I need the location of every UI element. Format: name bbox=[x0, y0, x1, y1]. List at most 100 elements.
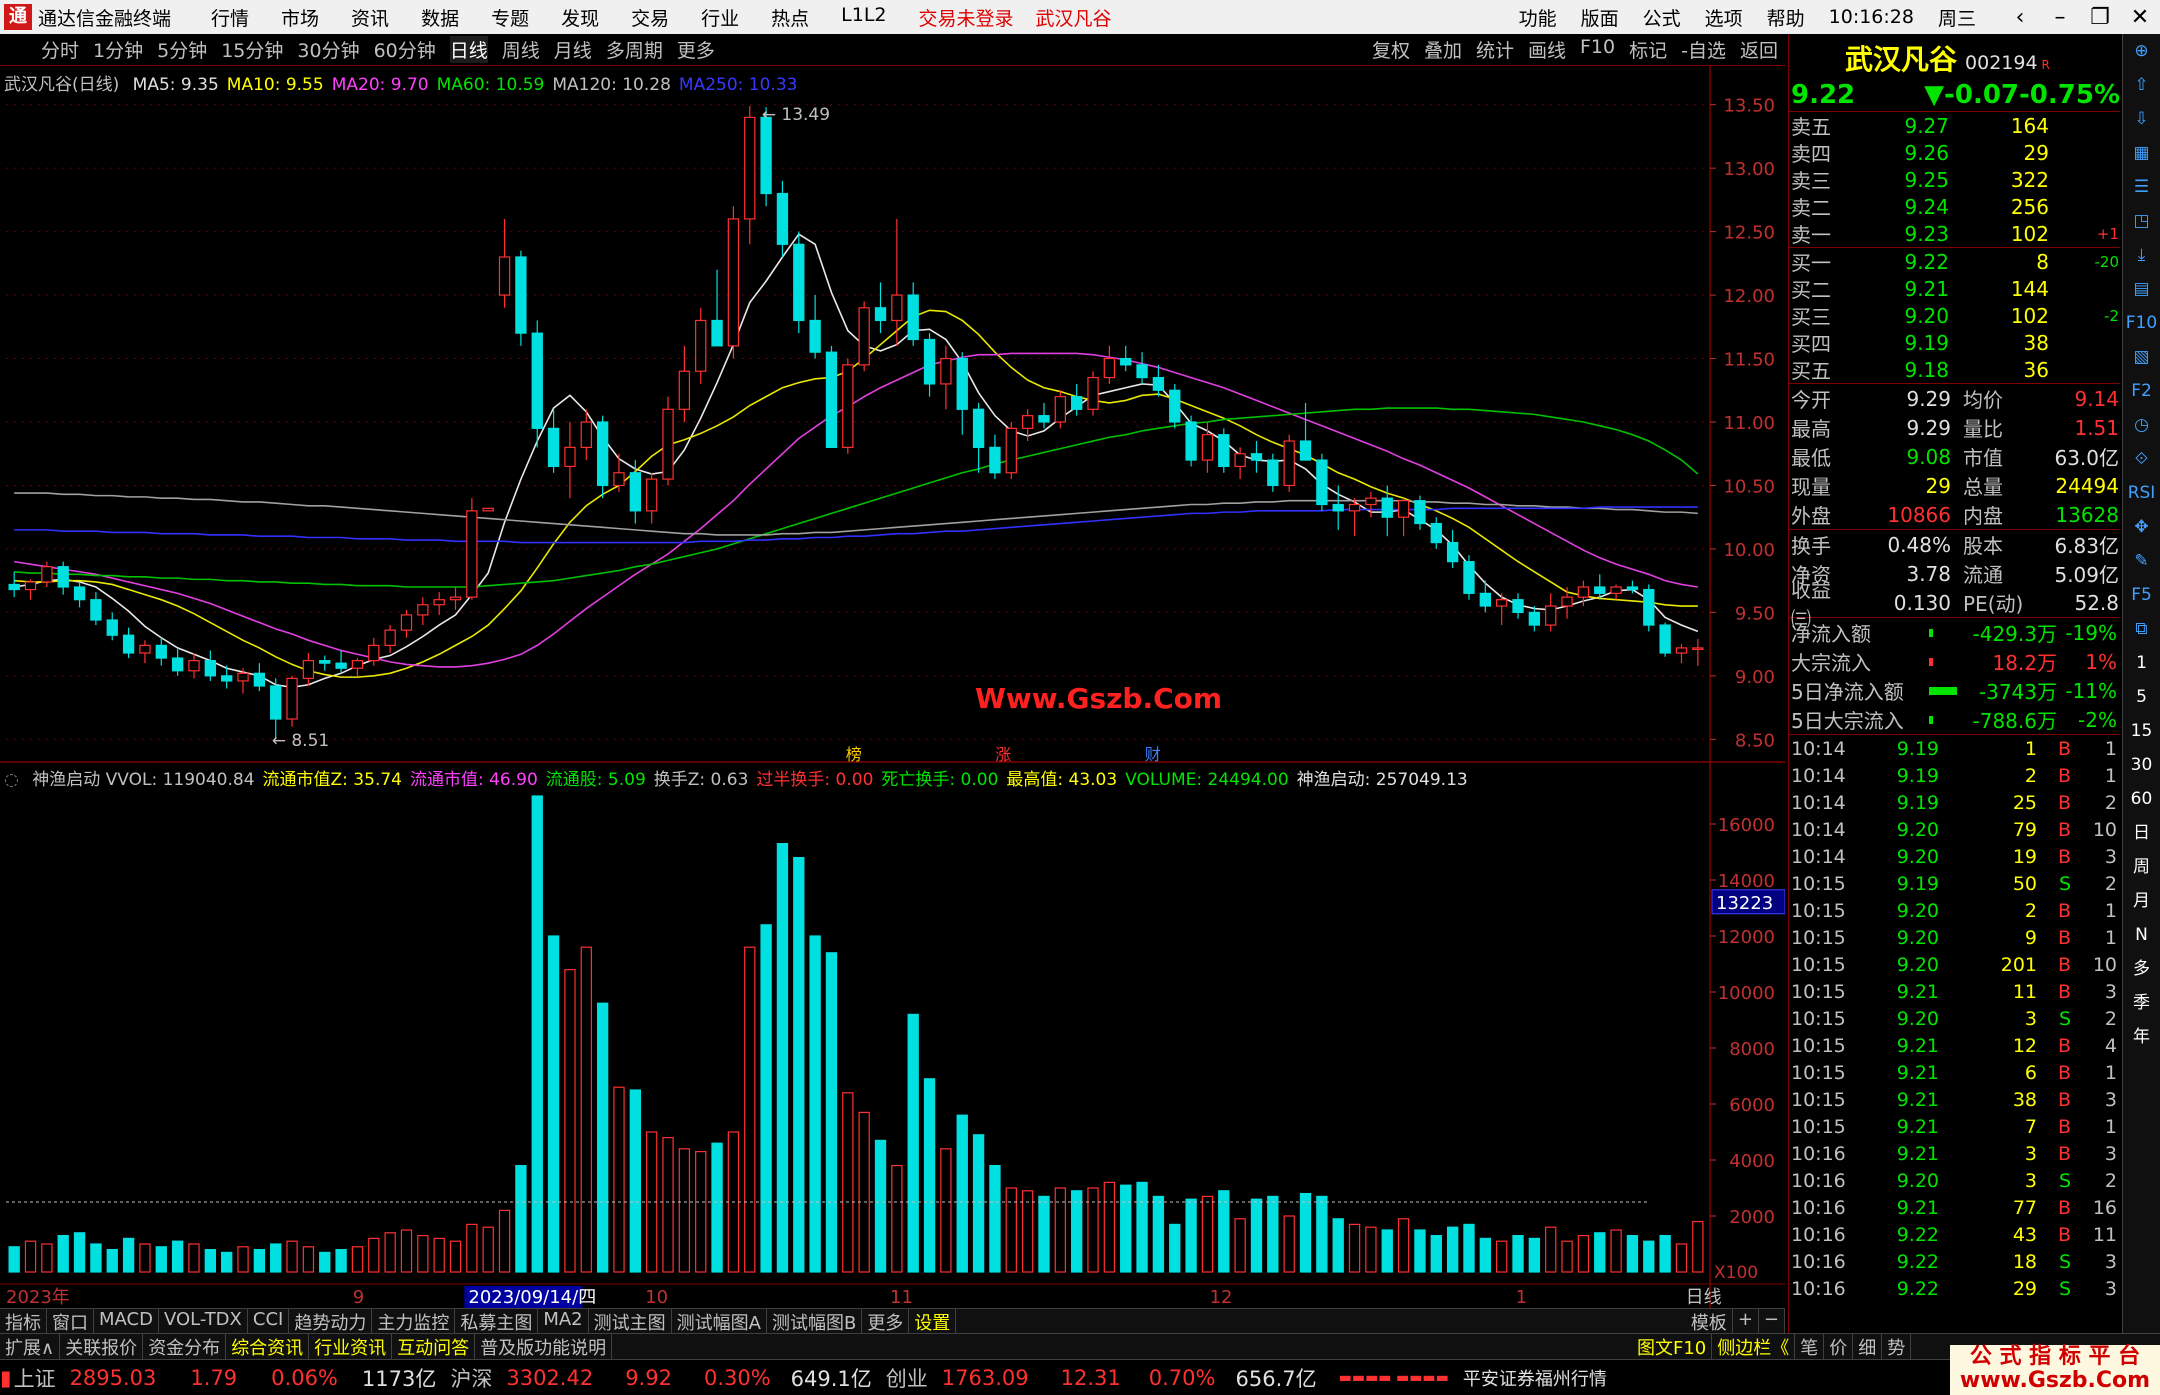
side-tool-icon[interactable]: ◳ bbox=[2123, 204, 2160, 238]
indicator-tab[interactable]: MACD bbox=[94, 1309, 159, 1333]
chart-tool-button[interactable]: -自选 bbox=[1681, 36, 1726, 63]
period-tab[interactable]: 月线 bbox=[554, 36, 592, 63]
period-tab[interactable]: 周线 bbox=[502, 36, 540, 63]
info-tab[interactable]: 互动问答 bbox=[392, 1334, 476, 1359]
menu-item[interactable]: 热点 bbox=[771, 4, 809, 31]
info-tab[interactable]: 关联报价 bbox=[60, 1334, 144, 1359]
info-tab[interactable]: 行业资讯 bbox=[309, 1334, 393, 1359]
info-tab[interactable]: 普及版功能说明 bbox=[475, 1334, 613, 1359]
side-tool-icon[interactable]: ◷ bbox=[2123, 408, 2160, 442]
chart-tool-button[interactable]: 统计 bbox=[1476, 36, 1514, 63]
chart-pane[interactable]: 13.50 13.00 12.50 12.00 11.50 11.00 10.50 10.00… bbox=[0, 66, 1785, 1308]
side-tool-icon[interactable]: ⇧ bbox=[2123, 68, 2160, 102]
indicator-tab[interactable]: 趋势动力 bbox=[289, 1309, 373, 1334]
side-tool-icon[interactable]: 多 bbox=[2123, 952, 2160, 986]
menu-item[interactable]: L1L2 bbox=[841, 4, 886, 31]
menu-item[interactable]: 专题 bbox=[491, 4, 529, 31]
period-tab[interactable]: 1分钟 bbox=[93, 36, 143, 63]
side-panel-tab[interactable]: 价 bbox=[1824, 1334, 1854, 1360]
kline-chart[interactable]: 13.50 13.00 12.50 12.00 11.50 11.00 10.50 10.00… bbox=[0, 66, 1785, 1308]
indicator-tab[interactable]: 更多 bbox=[862, 1309, 910, 1334]
chart-tool-button[interactable]: 复权 bbox=[1372, 36, 1410, 63]
side-tool-icon[interactable]: 年 bbox=[2123, 1020, 2160, 1054]
login-status[interactable]: 交易未登录 bbox=[919, 4, 1014, 31]
tick-list[interactable]: 10:14 9.19 1 B 1 10:14 9.19 2 B 1 10:14 9.19 25 B 2 10:… bbox=[1789, 735, 2120, 1302]
side-tool-icon[interactable]: F2 bbox=[2123, 374, 2160, 408]
indicator-tab[interactable]: 测试幅图A bbox=[672, 1309, 767, 1334]
menu-item[interactable]: 数据 bbox=[421, 4, 459, 31]
side-tool-icon[interactable]: ☰ bbox=[2123, 170, 2160, 204]
indicator-tab[interactable]: 测试主图 bbox=[589, 1309, 672, 1334]
indicator-tab[interactable]: VOL-TDX bbox=[159, 1309, 248, 1333]
indicator-tab[interactable]: 主力监控 bbox=[372, 1309, 456, 1334]
side-tool-icon[interactable]: F5 bbox=[2123, 578, 2160, 612]
indicator-tab[interactable]: 设置 bbox=[909, 1309, 957, 1334]
period-shortcut-icon[interactable]: 30 bbox=[2123, 748, 2160, 782]
menu-function[interactable]: 功能 bbox=[1519, 4, 1557, 31]
side-tool-icon[interactable]: 季 bbox=[2123, 986, 2160, 1020]
side-tool-icon[interactable]: ▧ bbox=[2123, 340, 2160, 374]
close-icon[interactable]: ✕ bbox=[2120, 5, 2160, 30]
template-button[interactable]: + bbox=[1733, 1309, 1759, 1335]
minimize-icon[interactable]: – bbox=[2040, 5, 2080, 30]
menu-item[interactable]: 交易 bbox=[631, 4, 669, 31]
indicator-tab[interactable]: 测试幅图B bbox=[767, 1309, 863, 1334]
indicator-tab[interactable]: MA2 bbox=[538, 1309, 589, 1333]
menu-formula[interactable]: 公式 bbox=[1643, 4, 1681, 31]
info-tab[interactable]: 扩展∧ bbox=[0, 1334, 61, 1359]
side-panel-tab[interactable]: 图文F10 bbox=[1632, 1334, 1713, 1360]
info-tab[interactable]: 综合资讯 bbox=[226, 1334, 310, 1359]
index-sh-name[interactable]: 上证 bbox=[14, 1363, 56, 1393]
side-tool-icon[interactable]: ⇩ bbox=[2123, 102, 2160, 136]
period-tab[interactable]: 多周期 bbox=[606, 36, 663, 63]
period-tab[interactable]: 分时 bbox=[41, 36, 79, 63]
side-tool-icon[interactable]: ▦ bbox=[2123, 136, 2160, 170]
period-tab[interactable]: 15分钟 bbox=[221, 36, 283, 63]
side-panel-tab[interactable]: 侧边栏《 bbox=[1712, 1334, 1796, 1360]
period-tab[interactable]: 5分钟 bbox=[157, 36, 207, 63]
side-panel-tab[interactable]: 细 bbox=[1853, 1334, 1883, 1360]
indicator-tab[interactable]: 窗口 bbox=[47, 1309, 94, 1334]
period-tab[interactable]: 更多 bbox=[677, 36, 715, 63]
menu-item[interactable]: 资讯 bbox=[351, 4, 389, 31]
side-tool-icon[interactable]: RSI bbox=[2123, 476, 2160, 510]
template-button[interactable]: 模板 bbox=[1686, 1309, 1733, 1335]
side-tool-icon[interactable]: 周 bbox=[2123, 850, 2160, 884]
indicator-tab[interactable]: 指标 bbox=[0, 1309, 47, 1334]
info-tab[interactable]: 资金分布 bbox=[143, 1334, 227, 1359]
side-tool-icon[interactable]: 日 bbox=[2123, 816, 2160, 850]
period-shortcut-icon[interactable]: 15 bbox=[2123, 714, 2160, 748]
side-panel-tab[interactable]: 势 bbox=[1882, 1334, 1912, 1360]
side-tool-icon[interactable]: F10 bbox=[2123, 306, 2160, 340]
period-tab[interactable]: 60分钟 bbox=[374, 36, 436, 63]
restore-icon[interactable]: ❐ bbox=[2080, 5, 2120, 30]
menu-layout[interactable]: 版面 bbox=[1581, 4, 1619, 31]
side-tool-icon[interactable]: ▤ bbox=[2123, 272, 2160, 306]
side-tool-icon[interactable]: ✥ bbox=[2123, 510, 2160, 544]
period-tab[interactable]: 30分钟 bbox=[297, 36, 359, 63]
side-tool-icon[interactable]: 月 bbox=[2123, 884, 2160, 918]
menu-item[interactable]: 发现 bbox=[561, 4, 599, 31]
side-panel-tab[interactable]: 笔 bbox=[1795, 1334, 1825, 1360]
period-tab[interactable]: 日线 bbox=[449, 36, 488, 63]
indicator-tab[interactable]: 私募主图 bbox=[455, 1309, 539, 1334]
period-shortcut-icon[interactable]: 60 bbox=[2123, 782, 2160, 816]
index-cy-name[interactable]: 创业 bbox=[886, 1363, 928, 1393]
template-button[interactable]: − bbox=[1759, 1309, 1785, 1335]
side-tool-icon[interactable]: ⟐ bbox=[2123, 442, 2160, 476]
chart-tool-button[interactable]: 叠加 bbox=[1424, 36, 1462, 63]
menu-options[interactable]: 选项 bbox=[1705, 4, 1743, 31]
menu-item[interactable]: 行情 bbox=[211, 4, 249, 31]
chart-tool-button[interactable]: 画线 bbox=[1528, 36, 1566, 63]
menu-item[interactable]: 行业 bbox=[701, 4, 739, 31]
side-tool-icon[interactable]: N bbox=[2123, 918, 2160, 952]
indicator-tab[interactable]: CCI bbox=[248, 1309, 290, 1333]
side-tool-icon[interactable]: ⧉ bbox=[2123, 612, 2160, 646]
chart-tool-button[interactable]: F10 bbox=[1580, 36, 1615, 63]
index-hs-name[interactable]: 沪深 bbox=[450, 1363, 492, 1393]
side-tool-icon[interactable]: ⤓ bbox=[2123, 238, 2160, 272]
period-shortcut-icon[interactable]: 1 bbox=[2123, 646, 2160, 680]
period-shortcut-icon[interactable]: 5 bbox=[2123, 680, 2160, 714]
menu-item[interactable]: 市场 bbox=[281, 4, 319, 31]
side-tool-icon[interactable]: ⊕ bbox=[2123, 34, 2160, 68]
